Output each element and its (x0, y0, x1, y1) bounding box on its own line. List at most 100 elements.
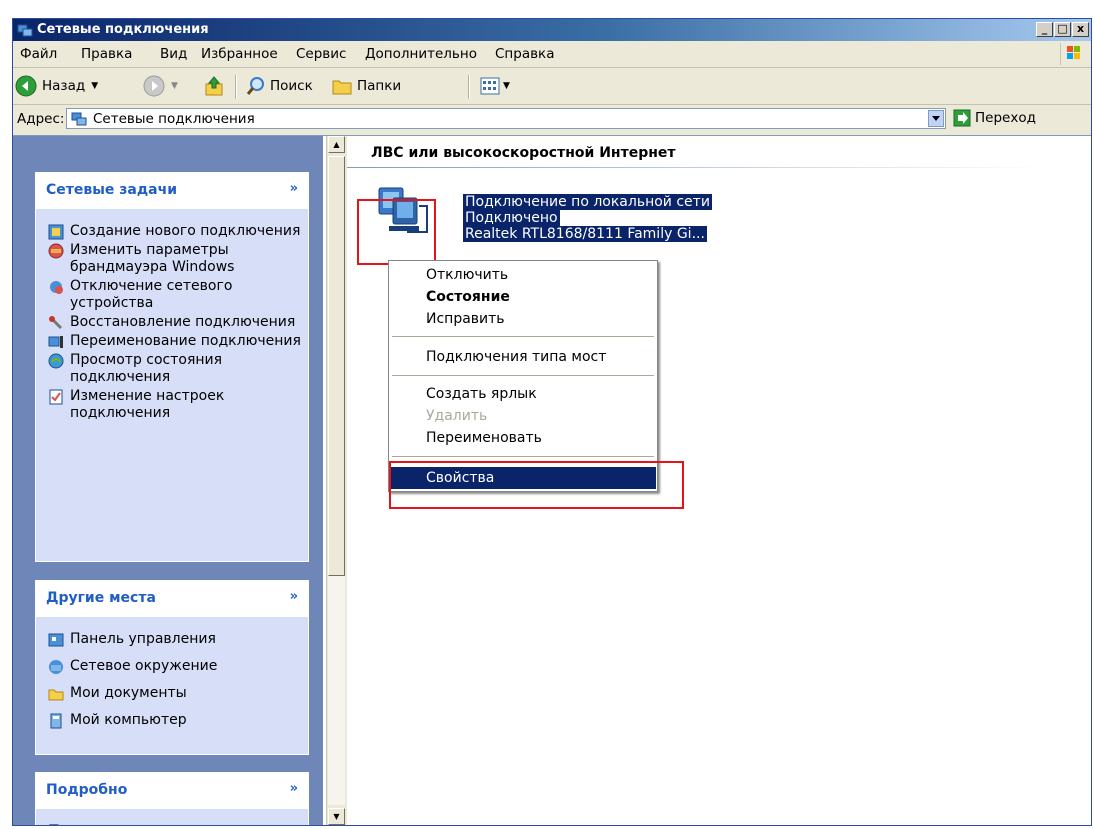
menu-item-delete[interactable]: Удалить (390, 405, 656, 427)
menu-item-create-shortcut[interactable]: Создать ярлык (390, 383, 656, 405)
my-documents-icon (48, 689, 64, 701)
place-my-computer[interactable]: Мой компьютер (36, 712, 308, 729)
chevron-down-icon (932, 116, 940, 121)
menu-item-rename[interactable]: Переименовать (390, 427, 656, 449)
scroll-track[interactable] (328, 576, 345, 805)
window-title: Сетевые подключения (37, 22, 209, 37)
task-firewall-settings[interactable]: Изменить параметры брандмауэра Windows (36, 242, 308, 276)
task-label: Восстановление подключения (70, 314, 296, 330)
new-connection-icon (48, 224, 64, 240)
menu-separator (392, 456, 654, 457)
task-change-settings[interactable]: Изменение настроек подключения (36, 388, 308, 422)
task-view-status[interactable]: Просмотр состояния подключения (36, 352, 308, 386)
network-connections-icon (71, 112, 87, 126)
go-button[interactable]: Переход (953, 109, 1036, 127)
go-label: Переход (975, 110, 1036, 126)
back-dropdown-icon[interactable]: ▼ (91, 81, 98, 91)
task-label: Изменение настроек подключения (70, 388, 225, 421)
menu-edit[interactable]: Правка (81, 46, 132, 62)
task-repair-connection[interactable]: Восстановление подключения (36, 314, 308, 331)
connection-name: Подключение по локальной сети (463, 194, 712, 210)
place-label: Мои документы (70, 685, 187, 701)
collapse-icon[interactable]: » (290, 589, 298, 604)
connection-device: Realtek RTL8168/8111 Family Gi... (463, 226, 707, 242)
place-my-documents[interactable]: Мои документы (36, 685, 308, 702)
search-icon (246, 77, 264, 95)
maximize-button[interactable]: □ (1054, 22, 1071, 37)
forward-button[interactable]: ▼ (143, 75, 178, 97)
network-places-icon (49, 660, 63, 674)
search-button[interactable]: Поиск (245, 75, 313, 97)
network-tasks-panel: Сетевые задачи » Создание нового подключ… (35, 172, 309, 562)
task-label: Переименование подключения (70, 333, 301, 349)
place-label: Мой компьютер (70, 712, 187, 728)
icon-highlight-box (357, 199, 436, 265)
task-label: Отключение сетевого устройства (70, 278, 233, 311)
details-header[interactable]: Подробно » (36, 773, 308, 809)
title-bar[interactable]: Сетевые подключения _ □ x (13, 19, 1091, 41)
network-tasks-header[interactable]: Сетевые задачи » (36, 173, 308, 209)
menu-view[interactable]: Вид (160, 46, 187, 62)
group-header: ЛВС или высокоскоростной Интернет (371, 145, 676, 161)
network-connections-icon (17, 24, 33, 37)
windows-logo-icon (1060, 43, 1087, 65)
up-folder-button[interactable] (203, 75, 225, 97)
place-network-places[interactable]: Сетевое окружение (36, 658, 308, 675)
close-button[interactable]: x (1072, 22, 1089, 37)
menu-item-disconnect[interactable]: Отключить (390, 264, 656, 286)
back-button[interactable]: Назад ▼ (15, 75, 98, 97)
task-create-connection[interactable]: Создание нового подключения (36, 223, 308, 240)
status-icon (48, 353, 64, 369)
scroll-thumb[interactable] (328, 156, 345, 576)
views-button[interactable]: ▼ (479, 75, 510, 97)
network-tasks-title: Сетевые задачи (46, 182, 178, 198)
place-label: Панель управления (70, 631, 216, 647)
repair-icon (49, 316, 63, 330)
address-label: Адрес: (17, 111, 65, 127)
folders-label: Папки (357, 78, 402, 94)
folders-button[interactable]: Папки (331, 75, 401, 97)
address-dropdown-button[interactable] (928, 110, 944, 127)
views-dropdown-icon[interactable]: ▼ (503, 81, 510, 91)
menu-item-bridge[interactable]: Подключения типа мост (390, 346, 656, 368)
other-places-header[interactable]: Другие места » (36, 581, 308, 617)
context-menu: Отключить Состояние Исправить Подключени… (388, 260, 658, 492)
address-value: Сетевые подключения (93, 111, 255, 127)
back-label: Назад (42, 78, 86, 94)
address-input[interactable]: Сетевые подключения (66, 108, 946, 129)
scroll-up-button[interactable]: ▲ (328, 136, 345, 153)
menu-file[interactable]: Файл (20, 46, 57, 62)
menu-item-repair[interactable]: Исправить (390, 308, 656, 330)
task-label: Создание нового подключения (70, 223, 301, 239)
task-label: Просмотр состояния подключения (70, 352, 223, 385)
menu-advanced[interactable]: Дополнительно (365, 46, 477, 62)
forward-dropdown-icon[interactable]: ▼ (171, 81, 178, 91)
properties-highlight-box (389, 461, 684, 509)
collapse-icon[interactable]: » (290, 181, 298, 196)
other-places-panel: Другие места » Панель управления Сетевое… (35, 580, 309, 755)
menu-separator (392, 336, 654, 337)
group-divider (347, 167, 1047, 168)
minimize-button[interactable]: _ (1036, 22, 1053, 37)
details-text: Подключение по (36, 809, 308, 825)
views-icon (480, 77, 500, 95)
go-arrow-icon (953, 109, 971, 127)
menu-tools[interactable]: Сервис (296, 46, 346, 62)
menu-favorites[interactable]: Избранное (201, 46, 278, 62)
other-places-title: Другие места (46, 590, 156, 606)
firewall-icon (48, 243, 64, 259)
menu-item-status[interactable]: Состояние (390, 286, 656, 308)
rename-icon (48, 336, 63, 348)
scroll-down-button[interactable]: ▼ (328, 808, 345, 825)
task-disable-device[interactable]: Отключение сетевого устройства (36, 278, 308, 312)
menu-separator (392, 375, 654, 376)
details-panel: Подробно » Подключение по (35, 772, 309, 825)
up-folder-icon (205, 76, 223, 96)
address-bar: Адрес: Сетевые подключения Переход (13, 105, 1091, 133)
place-control-panel[interactable]: Панель управления (36, 631, 308, 648)
collapse-icon[interactable]: » (290, 781, 298, 796)
task-rename-connection[interactable]: Переименование подключения (36, 333, 308, 350)
task-pane-scrollbar[interactable]: ▲ ▼ (326, 136, 347, 825)
menu-help[interactable]: Справка (495, 46, 554, 62)
folders-icon (332, 80, 352, 95)
